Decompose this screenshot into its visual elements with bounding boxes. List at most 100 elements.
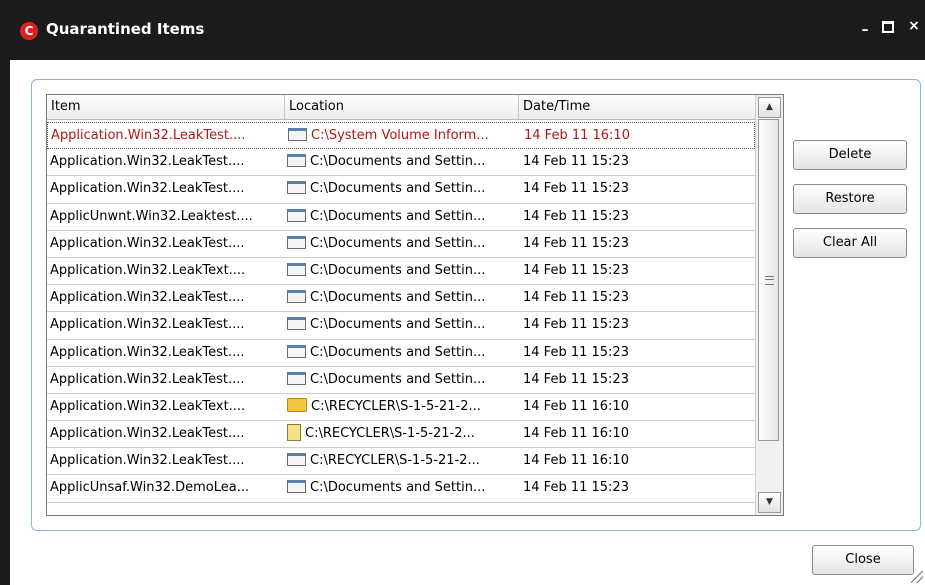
row-location: C:\Documents and Settin... — [287, 367, 517, 393]
row-item-name: Application.Win32.LeakText.... — [50, 262, 246, 278]
row-datetime: 14 Feb 11 15:23 — [523, 154, 629, 170]
window-icon — [287, 208, 306, 222]
row-datetime: 14 Feb 11 15:23 — [523, 181, 629, 197]
row-location-text: C:\Documents and Settin... — [310, 344, 486, 360]
window-icon — [287, 290, 306, 304]
table-row[interactable]: Application.Win32.LeakTest.... C:\Documen… — [47, 176, 755, 204]
table-row[interactable]: Application.Win32.LeakTest.... C:\RECYCLE… — [47, 448, 755, 476]
row-location: C:\Documents and Settin... — [287, 204, 517, 230]
window-icon — [287, 154, 306, 168]
column-header-item[interactable]: Item — [47, 95, 285, 119]
row-item-name: Application.Win32.LeakTest.... — [50, 371, 245, 387]
row-location-text: C:\Documents and Settin... — [310, 154, 486, 170]
row-datetime: 14 Feb 11 15:23 — [523, 208, 629, 224]
row-location-text: C:\System Volume Inform... — [311, 128, 489, 143]
row-location: C:\Documents and Settin... — [287, 231, 517, 257]
list-header: Item Location Date/Time — [47, 95, 755, 120]
minimize-button[interactable]: – — [855, 22, 875, 38]
folder-icon — [287, 398, 307, 413]
row-datetime: 14 Feb 11 15:23 — [523, 344, 629, 360]
row-location: C:\Documents and Settin... — [287, 149, 517, 175]
table-row[interactable]: Application.Win32.LeakTest.... C:\Documen… — [47, 149, 755, 177]
column-header-datetime[interactable]: Date/Time — [519, 95, 755, 119]
row-datetime: 14 Feb 11 16:10 — [523, 426, 629, 442]
row-datetime: 14 Feb 11 15:23 — [523, 235, 629, 251]
table-row[interactable]: Application.Win32.LeakTest.... C:\Documen… — [47, 340, 755, 367]
close-window-button[interactable]: × — [904, 18, 924, 34]
row-location: C:\Documents and Settin... — [287, 475, 517, 501]
window-icon — [287, 235, 306, 249]
row-location: C:\RECYCLER\S-1-5-21-2... — [287, 448, 517, 474]
row-item-name: Application.Win32.LeakTest.... — [50, 426, 245, 442]
window-icon — [287, 453, 306, 467]
row-item-name: Application.Win32.LeakTest.... — [50, 154, 245, 170]
row-datetime: 14 Feb 11 16:10 — [524, 128, 630, 143]
row-datetime: 14 Feb 11 16:10 — [523, 398, 629, 414]
row-item-name: Application.Win32.LeakTest.... — [50, 317, 245, 333]
row-location: C:\Documents and Settin... — [287, 258, 517, 284]
title-bar: C Quarantined Items – × — [0, 0, 925, 60]
quarantine-list[interactable]: Item Location Date/Time Application.Win3… — [46, 94, 784, 516]
window-icon — [288, 128, 307, 141]
scroll-down-button[interactable]: ▼ — [758, 492, 781, 513]
window-icon — [287, 317, 306, 331]
table-row[interactable]: Application.Win32.LeakTest.... C:\Documen… — [47, 231, 755, 258]
row-location-text: C:\Documents and Settin... — [310, 480, 486, 496]
window-icon — [287, 480, 306, 494]
row-datetime: 14 Feb 11 15:23 — [523, 262, 629, 278]
row-datetime: 14 Feb 11 15:23 — [523, 290, 629, 306]
row-location-text: C:\RECYCLER\S-1-5-21-2... — [310, 453, 480, 469]
row-location-text: C:\Documents and Settin... — [310, 317, 486, 333]
row-location: C:\Documents and Settin... — [287, 285, 517, 311]
zip-icon — [287, 424, 301, 442]
row-item-name: Application.Win32.LeakText.... — [50, 398, 246, 414]
column-header-location[interactable]: Location — [285, 95, 519, 119]
window-icon — [287, 181, 306, 195]
list-rows: Application.Win32.LeakTest.... C:\System … — [47, 122, 755, 503]
row-location: C:\Documents and Settin... — [287, 340, 517, 366]
vertical-scrollbar[interactable]: ▲ ▼ — [755, 95, 783, 515]
table-row[interactable]: Application.Win32.LeakText.... C:\Documen… — [47, 258, 755, 286]
table-row[interactable]: Application.Win32.LeakTest.... C:\RECYCLE… — [47, 421, 755, 449]
window-icon — [287, 344, 306, 358]
row-location-text: C:\Documents and Settin... — [310, 181, 486, 197]
row-location: C:\RECYCLER\S-1-5-21-2... — [287, 394, 517, 420]
row-location: C:\Documents and Settin... — [287, 312, 517, 338]
window-icon — [287, 262, 306, 276]
row-location: C:\RECYCLER\S-1-5-21-2... — [287, 421, 517, 447]
row-datetime: 14 Feb 11 15:23 — [523, 317, 629, 333]
row-location-text: C:\Documents and Settin... — [310, 235, 486, 251]
window-left-border — [0, 60, 10, 585]
resize-grip-icon[interactable] — [911, 571, 923, 583]
table-row[interactable]: ApplicUnsaf.Win32.DemoLea... C:\Documents… — [47, 475, 755, 503]
table-row[interactable]: Application.Win32.LeakTest.... C:\Documen… — [47, 367, 755, 394]
row-item-name: Application.Win32.LeakTest.... — [50, 290, 245, 306]
delete-button[interactable]: Delete — [793, 140, 907, 170]
table-row[interactable]: Application.Win32.LeakTest.... C:\System … — [47, 122, 755, 150]
window-title: Quarantined Items — [46, 20, 205, 38]
table-row[interactable]: Application.Win32.LeakText.... C:\RECYCLE… — [47, 394, 755, 422]
table-row[interactable]: ApplicUnwnt.Win32.Leaktest.... C:\Documen… — [47, 204, 755, 231]
row-item-name: Application.Win32.LeakTest.... — [50, 453, 245, 469]
scroll-up-button[interactable]: ▲ — [758, 97, 781, 118]
row-location: C:\Documents and Settin... — [287, 176, 517, 202]
scroll-thumb[interactable] — [758, 119, 779, 441]
row-datetime: 14 Feb 11 16:10 — [523, 453, 629, 469]
table-row[interactable]: Application.Win32.LeakTest.... C:\Documen… — [47, 312, 755, 340]
close-button[interactable]: Close — [812, 545, 914, 575]
row-location-text: C:\RECYCLER\S-1-5-21-2... — [305, 426, 475, 442]
row-item-name: Application.Win32.LeakTest.... — [50, 235, 245, 251]
maximize-button[interactable] — [878, 18, 898, 37]
row-location-text: C:\Documents and Settin... — [310, 262, 486, 278]
grip-icon — [765, 276, 774, 285]
row-location-text: C:\Documents and Settin... — [310, 371, 486, 387]
row-location-text: C:\Documents and Settin... — [310, 208, 486, 224]
maximize-icon — [882, 21, 894, 33]
clear-all-button[interactable]: Clear All — [793, 228, 907, 258]
restore-button[interactable]: Restore — [793, 184, 907, 214]
row-location: C:\System Volume Inform... — [288, 123, 518, 149]
table-row[interactable]: Application.Win32.LeakTest.... C:\Documen… — [47, 285, 755, 313]
row-item-name: ApplicUnwnt.Win32.Leaktest.... — [50, 208, 253, 224]
row-location-text: C:\RECYCLER\S-1-5-21-2... — [311, 398, 481, 414]
row-item-name: Application.Win32.LeakTest.... — [50, 344, 245, 360]
